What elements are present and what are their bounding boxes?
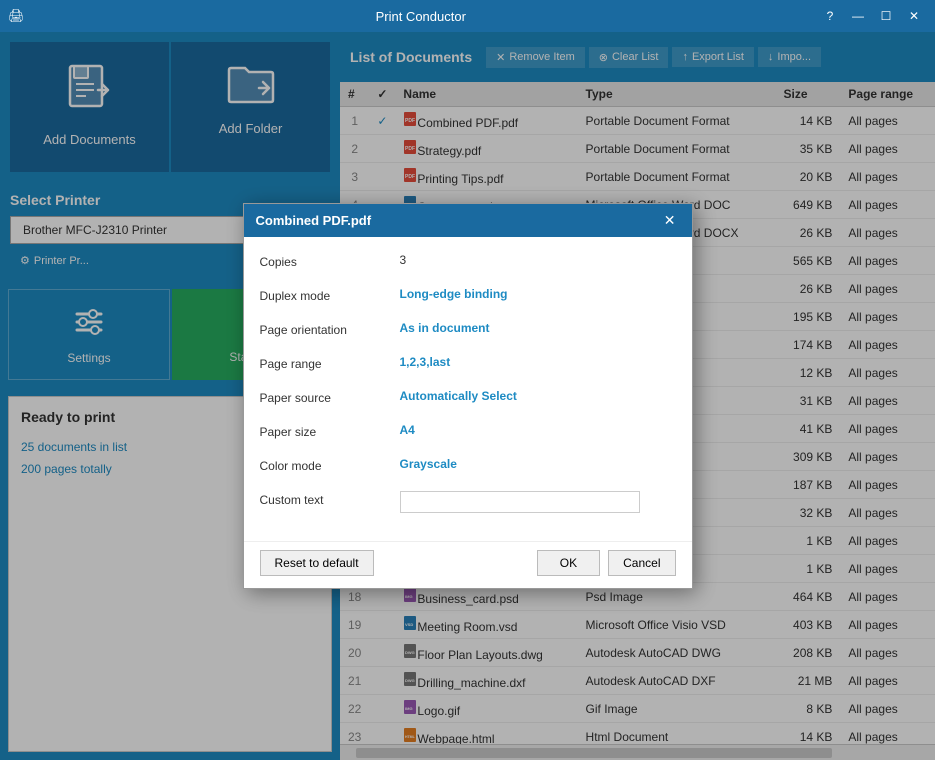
modal-field-label: Custom text (260, 491, 400, 507)
modal-body: Copies 3 Duplex mode Long-edge binding P… (244, 237, 692, 541)
reset-to-default-button[interactable]: Reset to default (260, 550, 374, 576)
modal-field-row: Custom text (260, 491, 676, 515)
modal-field-label: Duplex mode (260, 287, 400, 303)
app-icon: 🖨 (8, 8, 25, 24)
modal-field-label: Paper size (260, 423, 400, 439)
modal-field-value: Long-edge binding (400, 287, 508, 301)
modal-title: Combined PDF.pdf (256, 213, 372, 228)
title-bar-left: 🖨 (8, 8, 25, 24)
ok-button[interactable]: OK (537, 550, 600, 576)
app-title: Print Conductor (25, 9, 817, 24)
document-properties-modal: Combined PDF.pdf ✕ Copies 3 Duplex mode … (243, 203, 693, 589)
modal-field-value: As in document (400, 321, 490, 335)
modal-field-row: Paper size A4 (260, 423, 676, 447)
custom-text-input[interactable] (400, 491, 640, 513)
modal-field-row: Copies 3 (260, 253, 676, 277)
maximize-button[interactable]: ☐ (873, 6, 899, 26)
modal-field-label: Paper source (260, 389, 400, 405)
close-button[interactable]: ✕ (901, 6, 927, 26)
help-button[interactable]: ? (817, 6, 843, 26)
modal-field-row: Page range 1,2,3,last (260, 355, 676, 379)
modal-field-label: Copies (260, 253, 400, 269)
modal-field-value: 3 (400, 253, 407, 267)
title-bar: 🖨 Print Conductor ? — ☐ ✕ (0, 0, 935, 32)
modal-field-label: Page range (260, 355, 400, 371)
modal-field-value: 1,2,3,last (400, 355, 451, 369)
modal-field-value: A4 (400, 423, 415, 437)
modal-field-row: Duplex mode Long-edge binding (260, 287, 676, 311)
modal-field-value: Automatically Select (400, 389, 517, 403)
minimize-button[interactable]: — (845, 6, 871, 26)
modal-title-bar: Combined PDF.pdf ✕ (244, 204, 692, 237)
cancel-button[interactable]: Cancel (608, 550, 675, 576)
title-bar-controls: ? — ☐ ✕ (817, 6, 927, 26)
modal-field-value: Grayscale (400, 457, 457, 471)
modal-field-row: Color mode Grayscale (260, 457, 676, 481)
modal-field-label: Page orientation (260, 321, 400, 337)
modal-footer: Reset to default OK Cancel (244, 541, 692, 588)
modal-overlay: Combined PDF.pdf ✕ Copies 3 Duplex mode … (0, 32, 935, 760)
modal-close-button[interactable]: ✕ (660, 212, 680, 229)
modal-footer-right: OK Cancel (537, 550, 676, 576)
modal-field-row: Paper source Automatically Select (260, 389, 676, 413)
modal-field-row: Page orientation As in document (260, 321, 676, 345)
modal-field-label: Color mode (260, 457, 400, 473)
